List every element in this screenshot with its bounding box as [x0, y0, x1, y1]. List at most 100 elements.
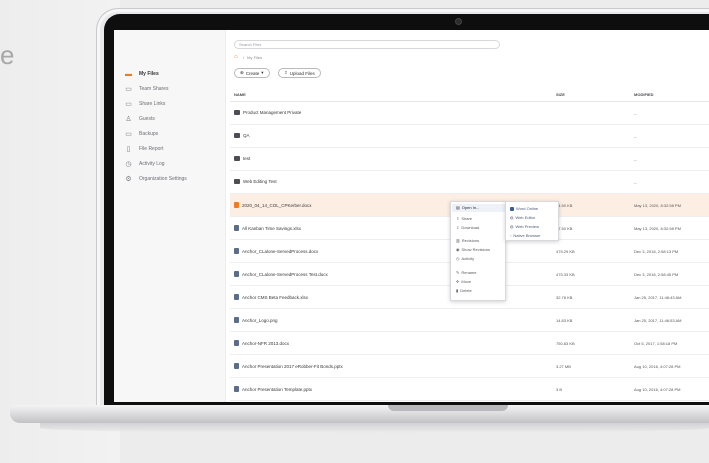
folder-icon	[234, 133, 240, 138]
file-modified: --	[634, 180, 637, 185]
submenu-item-word-online[interactable]: Word Online	[510, 206, 538, 211]
menu-item-download[interactable]: ⇩ Download	[456, 225, 479, 230]
clock-icon: ◷	[125, 161, 132, 168]
sidebar-item-guests[interactable]: ♙ Guests	[124, 113, 155, 125]
file-modified: Dec 3, 2018, 2:58:45 PM	[634, 272, 679, 277]
gear-icon: ⚙	[125, 176, 132, 183]
table-row[interactable]: Anchor Presentation 2017 eRobber-Fit Bon…	[230, 355, 709, 378]
menu-item-show-revisions[interactable]: ◉ Show Revisions	[456, 247, 490, 252]
file-size: 475.29 KB	[556, 249, 575, 254]
file-name: Product Management Private	[243, 110, 302, 115]
pencil-icon: ✎	[456, 270, 460, 275]
move-icon: ✣	[456, 279, 460, 284]
file-modified: Aug 10, 2016, 4:07:28 PM	[634, 364, 681, 369]
folder-icon	[234, 179, 240, 184]
user-icon: ♙	[125, 116, 132, 123]
sidebar-item-label: File Report	[139, 146, 164, 152]
column-header-modified[interactable]: MODIFIED	[634, 92, 654, 97]
sidebar-item-label: My Files	[139, 71, 159, 77]
table-row[interactable]: QA --	[230, 125, 709, 148]
submenu-item-native-browser[interactable]: ▫ Native Browser	[510, 233, 541, 238]
context-menu: ▤ Open In... ⇧ Share ⇩ Download ▥ Revisions …	[450, 201, 506, 301]
submenu-item-web-preview[interactable]: ◍ Web Preview	[510, 224, 539, 229]
laptop-base	[10, 405, 709, 423]
word-icon	[510, 206, 514, 211]
sidebar-item-backups[interactable]: ▭ Backups	[124, 128, 158, 140]
menu-item-open-in[interactable]: ▤ Open In...	[456, 205, 479, 210]
table-row[interactable]: Web Editing Test --	[230, 171, 709, 194]
file-name: All Kanban Time Savings.xlsx	[242, 225, 302, 231]
plus-icon: ⊕	[240, 70, 244, 75]
word-doc-icon	[234, 202, 239, 208]
download-icon: ⇩	[456, 225, 460, 230]
table-row[interactable]: test --	[230, 148, 709, 171]
browser-icon: ▫	[510, 233, 512, 238]
editor-icon: ◍	[510, 215, 514, 220]
file-name: Web Editing Test	[243, 179, 277, 184]
sidebar-item-label: Backups	[139, 131, 159, 137]
folder-icon	[234, 156, 240, 161]
file-name: Anchor CMS Beta Feedback.xlsx	[242, 294, 309, 300]
folder-icon: ▬	[125, 70, 132, 78]
file-size: 14.83 KB	[556, 318, 573, 323]
column-header-size[interactable]: SIZE	[556, 92, 565, 97]
submenu-item-web-editor[interactable]: ◍ Web Editor	[510, 215, 535, 220]
file-modified: --	[634, 111, 637, 116]
marketing-text: e	[0, 40, 15, 70]
app-screen: ▬ My Files ▭ Team Shares ▭ Share Links ♙…	[114, 30, 709, 402]
file-size: 750.83 KB	[556, 341, 575, 346]
menu-item-share[interactable]: ⇧ Share	[456, 216, 472, 221]
file-name: Anchor_Logo.png	[242, 317, 278, 323]
file-name: Anchor Presentation 2017 eRobber-Fit Bon…	[242, 363, 343, 369]
file-modified: Dec 3, 2018, 2:58:13 PM	[634, 249, 679, 254]
table-row[interactable]: Anchor Presentation Template.pptx 3 B Au…	[230, 378, 709, 401]
sidebar-item-label: Team Shares	[139, 86, 169, 92]
file-name: QA	[243, 133, 250, 138]
sidebar-item-file-report[interactable]: ▯ File Report	[124, 143, 164, 155]
backup-icon: ▭	[125, 131, 132, 138]
sidebar-item-my-files[interactable]: ▬ My Files	[124, 68, 159, 80]
upload-icon: ⇪	[284, 70, 288, 75]
sidebar-item-team-shares[interactable]: ▭ Team Shares	[124, 83, 168, 95]
file-icon	[234, 363, 239, 369]
menu-item-move[interactable]: ✣ Move	[456, 279, 471, 284]
file-name: test	[243, 156, 251, 161]
laptop-notch	[388, 405, 508, 411]
create-button[interactable]: ⊕ Create ▾	[234, 68, 270, 78]
open-icon: ▤	[456, 205, 460, 210]
file-size: 32.78 KB	[556, 295, 573, 300]
team-folder-icon: ▭	[125, 86, 132, 93]
home-icon[interactable]: ⌂	[234, 54, 240, 60]
file-name: Anchor-NFR 2013.docx	[242, 340, 290, 346]
file-name: Anchor_CLalone-ServedProcess.docx	[242, 248, 319, 254]
search-input[interactable]: Search Files	[234, 40, 500, 49]
sidebar-item-label: Share Links	[139, 101, 166, 107]
breadcrumb-current[interactable]: My Files	[247, 55, 262, 60]
menu-item-rename[interactable]: ✎ Rename	[456, 270, 476, 275]
menu-item-activity[interactable]: ◷ Activity	[456, 256, 474, 261]
camera-icon	[455, 18, 462, 25]
file-size: 3.27 MB	[556, 364, 571, 369]
file-icon	[234, 248, 239, 254]
sidebar-item-label: Guests	[139, 116, 155, 122]
file-icon	[234, 317, 239, 323]
file-icon	[234, 340, 239, 346]
file-modified: --	[634, 134, 637, 139]
sidebar-item-organization-settings[interactable]: ⚙ Organization Settings	[124, 173, 186, 185]
file-name: 2020_04_14_COL_CPKerber.docx	[242, 202, 312, 208]
menu-item-delete[interactable]: ▮ Delete	[456, 288, 472, 293]
column-header-name[interactable]: NAME	[234, 92, 246, 97]
report-icon: ▯	[126, 146, 131, 153]
sidebar-item-activity-log[interactable]: ◷ Activity Log	[124, 158, 164, 170]
upload-files-button[interactable]: ⇪ Upload Files	[278, 68, 321, 78]
menu-item-revisions[interactable]: ▥ Revisions	[456, 238, 479, 243]
open-in-submenu: Word Online ◍ Web Editor ◍ Web Preview ▫ Na…	[505, 201, 559, 241]
file-modified: Aug 10, 2016, 4:07:28 PM	[634, 387, 681, 392]
file-modified: Jan 25, 2017, 11:46:53 AM	[634, 318, 682, 323]
sidebar-item-share-links[interactable]: ▭ Share Links	[124, 98, 165, 110]
file-icon	[234, 271, 239, 277]
table-row[interactable]: Product Management Private --	[230, 102, 709, 125]
table-row[interactable]: Anchor_Logo.png 14.83 KB Jan 25, 2017, 1…	[230, 309, 709, 332]
table-row[interactable]: Anchor-NFR 2013.docx 750.83 KB Oct 5, 20…	[230, 332, 709, 355]
main-content: Search Files ⌂ / My Files ⊕ Create ▾ ⇪ U…	[226, 30, 709, 402]
